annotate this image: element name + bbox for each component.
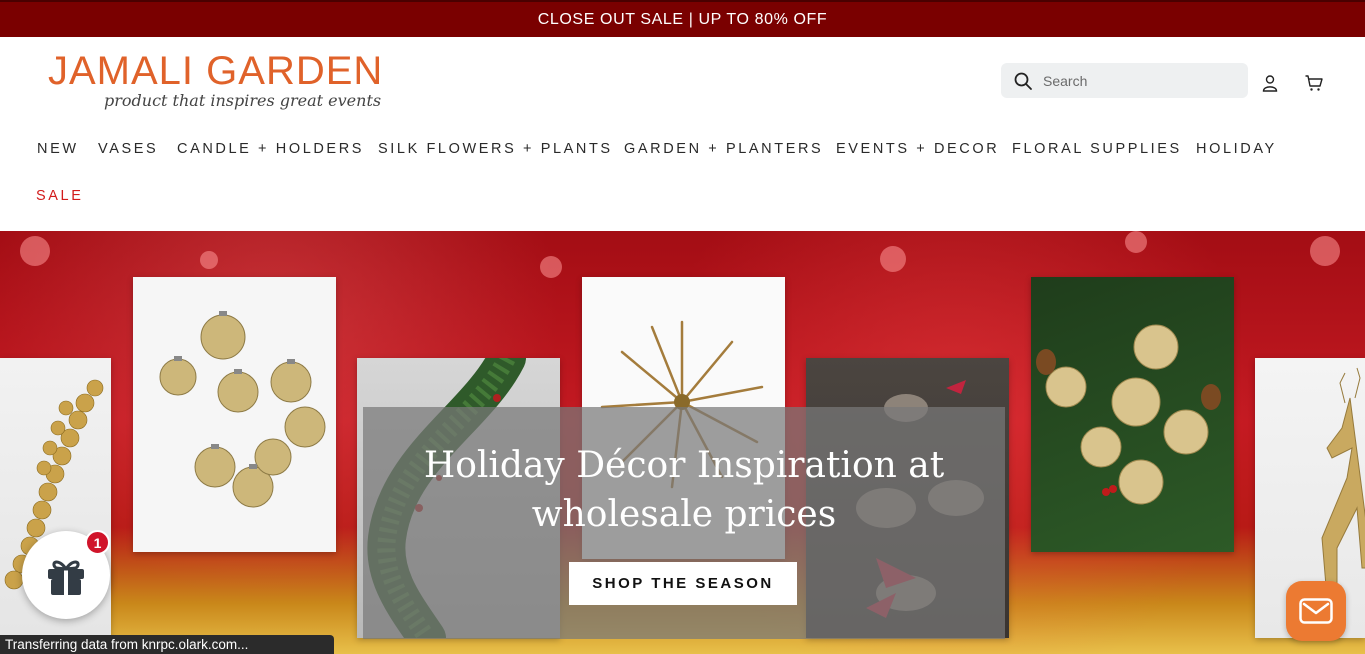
cart-icon[interactable] <box>1304 73 1324 93</box>
bokeh-light <box>880 246 906 272</box>
brand-logo[interactable]: JAMALI GARDEN product that inspires grea… <box>48 49 418 119</box>
hero-title: Holiday Décor Inspiration at wholesale p… <box>423 445 945 535</box>
nav-item-silk-flowers-plants[interactable]: SILK FLOWERS + PLANTS <box>378 141 613 157</box>
search-icon[interactable] <box>1013 71 1033 91</box>
search-input[interactable] <box>1041 71 1235 90</box>
nav-item-events-decor[interactable]: EVENTS + DECOR <box>836 141 999 157</box>
gift-badge-count: 1 <box>85 530 110 555</box>
search-bar[interactable] <box>1001 63 1248 98</box>
announcement-text[interactable]: CLOSE OUT SALE | UP TO 80% OFF <box>538 11 828 29</box>
chat-button[interactable] <box>1286 581 1346 641</box>
photo-mercury-ornaments <box>133 277 336 552</box>
brand-name: JAMALI GARDEN <box>48 49 384 93</box>
nav-item-garden-planters[interactable]: GARDEN + PLANTERS <box>624 141 823 157</box>
nav-item-candle-holders[interactable]: CANDLE + HOLDERS <box>177 141 364 157</box>
bokeh-light <box>200 251 218 269</box>
photo-pine-ornaments <box>1031 277 1234 552</box>
announcement-bar[interactable]: CLOSE OUT SALE | UP TO 80% OFF <box>0 0 1365 37</box>
nav-item-floral-supplies[interactable]: FLORAL SUPPLIES <box>1012 141 1182 157</box>
browser-status-bar: Transferring data from knrpc.olark.com..… <box>0 635 334 654</box>
bokeh-light <box>1310 236 1340 266</box>
nav-item-new[interactable]: NEW <box>37 141 79 157</box>
site-header: JAMALI GARDEN product that inspires grea… <box>0 37 1365 231</box>
shop-the-season-button[interactable]: SHOP THE SEASON <box>569 562 797 605</box>
nav-item-sale[interactable]: SALE <box>36 188 83 204</box>
gift-icon <box>48 560 84 595</box>
nav-item-holiday[interactable]: HOLIDAY <box>1196 141 1277 157</box>
hero-banner[interactable]: Holiday Décor Inspiration at wholesale p… <box>0 231 1365 654</box>
brand-tagline: product that inspires great events <box>104 91 382 110</box>
user-icon[interactable] <box>1260 73 1280 93</box>
bokeh-light <box>540 256 562 278</box>
nav-item-vases[interactable]: VASES <box>98 141 158 157</box>
bokeh-light <box>20 236 50 266</box>
ornament-illustration <box>159 311 326 508</box>
envelope-icon <box>1299 598 1333 624</box>
tree-ornament-illustration <box>1036 324 1221 505</box>
bokeh-light <box>1125 231 1147 253</box>
